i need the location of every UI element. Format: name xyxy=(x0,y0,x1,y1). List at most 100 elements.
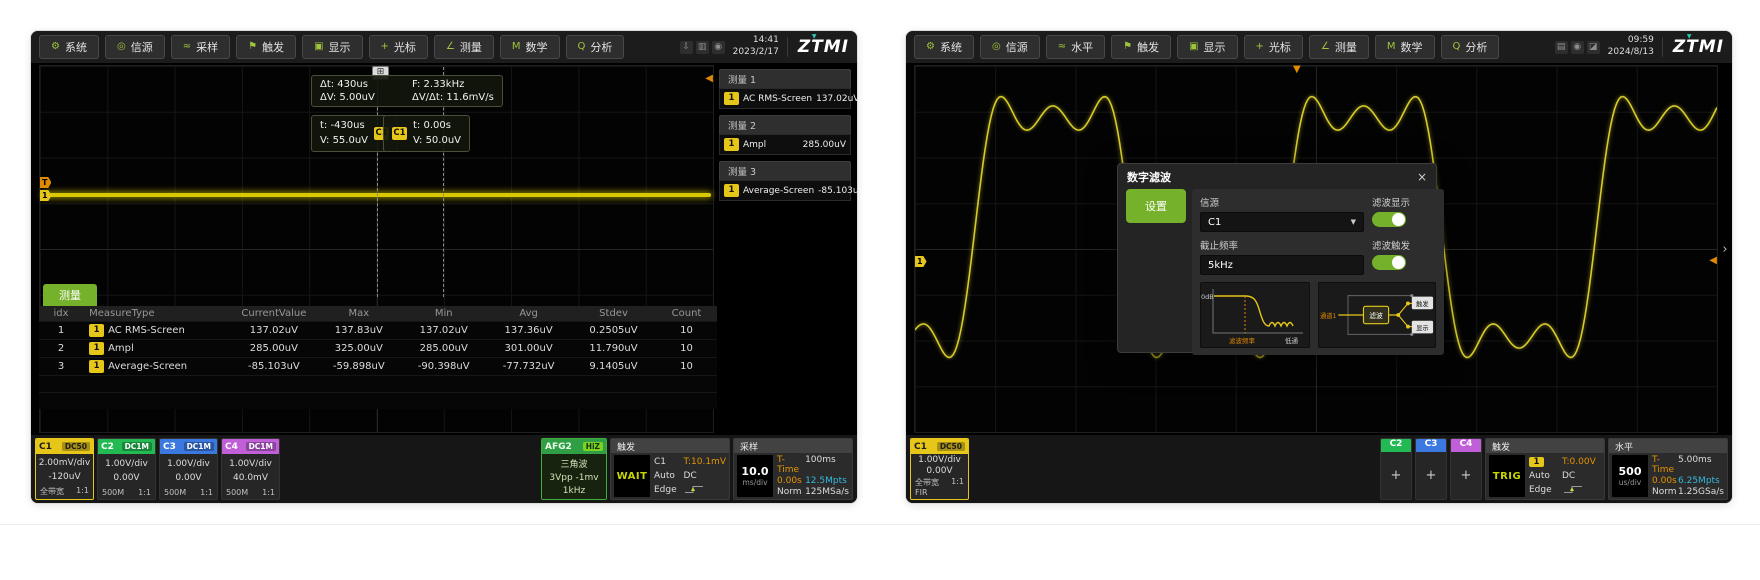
menu-button[interactable]: + 光标 xyxy=(1244,35,1303,59)
measurement-card[interactable]: 测量 2 1 Ampl 285.00uV xyxy=(719,115,851,155)
menu-button[interactable]: ◎ 信源 xyxy=(980,35,1040,59)
delay-value: 0.00s xyxy=(777,476,805,486)
menu-button[interactable]: M 数学 xyxy=(1375,35,1435,59)
timebase-box: 10.0 ms/div xyxy=(737,455,773,497)
channel-offset: 40.0mV xyxy=(233,473,268,483)
menu-button[interactable]: ◎ 信源 xyxy=(105,35,165,59)
collapsed-channel-block[interactable]: C4 + xyxy=(1450,438,1482,500)
trigger-level-tag[interactable]: T xyxy=(40,177,51,188)
route-display-label: 显示 xyxy=(1416,324,1429,332)
right-oscilloscope-panel: ⚙ 系统 ◎ 信源 ≈ 水平 ⚑ 触发 ▣ 显示 xyxy=(905,30,1733,504)
channel-footer: 500M 1:1 xyxy=(98,488,155,499)
menu-icon: ◎ xyxy=(117,42,126,52)
horizontal-mode: Norm xyxy=(1652,487,1678,497)
cell-stdev: 0.2505uV xyxy=(571,325,656,336)
tab-settings[interactable]: 设置 xyxy=(1126,189,1186,223)
source-label: 信源 xyxy=(1200,195,1364,209)
channel-block[interactable]: C4 DC1M 1.00V/div 40.0mV 500M 1:1 xyxy=(221,438,280,500)
menu-button[interactable]: ⚑ 触发 xyxy=(236,35,296,59)
channel-header: C1 DC50 xyxy=(36,439,93,454)
menu-button[interactable]: Q 分析 xyxy=(1441,35,1500,59)
channel-blocks: C1 DC50 2.00mV/div -120uV 全带宽 1:1 C2 DC1… xyxy=(35,438,280,500)
channel-header: C4 DC1M xyxy=(222,439,279,454)
acquire-block[interactable]: 采样 10.0 ms/div T-Time 100ms 0.00s 12.5Mp… xyxy=(733,438,853,500)
menu-button[interactable]: ≈ 水平 xyxy=(1046,35,1105,59)
menubar-right: ⇩ ▥ ◉ 14:41 2023/2/17 ▼ ZTMI xyxy=(680,35,849,58)
measure-button[interactable]: 测量 xyxy=(43,284,97,306)
measurement-card[interactable]: 测量 1 1 AC RMS-Screen 137.02uV xyxy=(719,69,851,109)
col-max: Max xyxy=(316,308,401,319)
trigger-body: WAIT C1 T:10.1mV Auto DC Edge xyxy=(611,453,729,499)
menu-button[interactable]: ▣ 显示 xyxy=(1177,35,1237,59)
add-channel-button[interactable]: + xyxy=(1451,452,1481,499)
channel-name: C3 xyxy=(1416,439,1446,452)
afg-block[interactable]: AFG2 HiZ 三角波 3Vpp -1mv 1kHz xyxy=(541,438,607,500)
cell-max: -59.898uV xyxy=(316,361,401,372)
trigger-level-right-icon[interactable]: ◀ xyxy=(705,74,713,84)
logo-accent-icon: ▼ xyxy=(812,33,818,40)
horizontal-block[interactable]: 水平 500 us/div T-Time 5.00ms 0.00s 6.25Mp… xyxy=(1608,438,1728,500)
status-icon[interactable]: ▥ xyxy=(696,41,709,54)
channel-block[interactable]: C1 DC50 2.00mV/div -120uV 全带宽 1:1 xyxy=(35,438,94,500)
source-select[interactable]: C1 ▼ xyxy=(1200,212,1364,232)
menu-button[interactable]: + 光标 xyxy=(369,35,428,59)
trigger-status: TRIG xyxy=(1489,455,1525,497)
trigger-block[interactable]: 触发 WAIT C1 T:10.1mV Auto DC Edge xyxy=(610,438,730,500)
menu-button[interactable]: ⚑ 触发 xyxy=(1111,35,1171,59)
status-icon[interactable]: ◉ xyxy=(1571,41,1584,54)
measurement-card[interactable]: 测量 3 1 Average-Screen -85.103uV xyxy=(719,161,851,201)
cell-count: 10 xyxy=(656,325,717,336)
cursor-freq: F: 2.33kHz xyxy=(412,79,494,90)
channel-name: C2 xyxy=(1381,439,1411,452)
cell-max: 137.83uV xyxy=(316,325,401,336)
trigger-level-right-icon[interactable]: ◀ xyxy=(1709,256,1717,266)
side-panel-handle[interactable]: › xyxy=(1718,63,1732,435)
measurement-value: 285.00uV xyxy=(803,140,846,150)
cell-type: 1 Average-Screen xyxy=(83,360,231,373)
filter-box-label: 滤波 xyxy=(1369,311,1383,320)
menu-button[interactable]: ∠ 测量 xyxy=(434,35,494,59)
trigger-position-icon[interactable]: ▼ xyxy=(1293,65,1301,75)
channel-probe: 1:1 xyxy=(76,486,89,497)
channel-block[interactable]: C2 DC1M 1.00V/div 0.00V 500M 1:1 xyxy=(97,438,156,500)
channel-name: C4 xyxy=(1451,439,1481,452)
cutoff-frequency-input[interactable]: 5kHz xyxy=(1200,255,1364,275)
collapsed-channel-block[interactable]: C2 + xyxy=(1380,438,1412,500)
logo-text: ZTMI xyxy=(1673,37,1724,57)
trigger-block[interactable]: 触发 TRIG 1 T:0.00V Auto DC Edge xyxy=(1485,438,1605,500)
c1-position-tag[interactable]: 1 xyxy=(40,190,52,201)
menu-label: 触发 xyxy=(1137,39,1159,55)
menu-button[interactable]: ∠ 测量 xyxy=(1309,35,1369,59)
channel-body: 1.00V/div 0.00V xyxy=(160,454,217,488)
close-icon[interactable]: × xyxy=(1417,170,1427,184)
menu-button[interactable]: ⚙ 系统 xyxy=(914,35,974,59)
channel-footer: 全带宽FIR 1:1 xyxy=(911,477,968,499)
channel-block[interactable]: C1 DC50 1.00V/div 0.00V 全带宽FIR 1:1 xyxy=(910,438,969,500)
clock-time: 14:41 xyxy=(733,35,779,47)
menu-button[interactable]: ≈ 采样 xyxy=(171,35,230,59)
cell-type: 1 AC RMS-Screen xyxy=(83,324,231,337)
channel-bandwidth: 500M xyxy=(164,488,186,497)
memory-depth: 12.5Mpts xyxy=(805,476,849,486)
filter-display-toggle[interactable] xyxy=(1372,212,1406,227)
menu-button[interactable]: Q 分析 xyxy=(566,35,625,59)
filter-trigger-toggle[interactable] xyxy=(1372,255,1406,270)
menu-label: 数学 xyxy=(1401,39,1423,55)
acquire-mode: Norm xyxy=(777,487,805,497)
status-icon[interactable]: ◉ xyxy=(712,41,725,54)
menu-button[interactable]: ▣ 显示 xyxy=(302,35,362,59)
status-icon[interactable]: ▤ xyxy=(1555,41,1568,54)
menu-button[interactable]: M 数学 xyxy=(500,35,560,59)
status-icon[interactable]: ◪ xyxy=(1587,41,1600,54)
add-channel-button[interactable]: + xyxy=(1416,452,1446,499)
channel-block[interactable]: C3 DC1M 1.00V/div 0.00V 500M 1:1 xyxy=(159,438,218,500)
menu-button[interactable]: ⚙ 系统 xyxy=(39,35,99,59)
collapsed-channel-block[interactable]: C3 + xyxy=(1415,438,1447,500)
channel-probe: 1:1 xyxy=(951,477,964,497)
table-row: 3 1 Average-Screen -85.103uV -59.898uV -… xyxy=(39,357,717,375)
add-channel-button[interactable]: + xyxy=(1381,452,1411,499)
status-icon[interactable]: ⇩ xyxy=(680,41,693,54)
filter-trigger-label: 滤波触发 xyxy=(1372,238,1436,252)
menu-label: 水平 xyxy=(1071,39,1093,55)
brand-logo: ▼ ZTMI xyxy=(1662,37,1724,57)
